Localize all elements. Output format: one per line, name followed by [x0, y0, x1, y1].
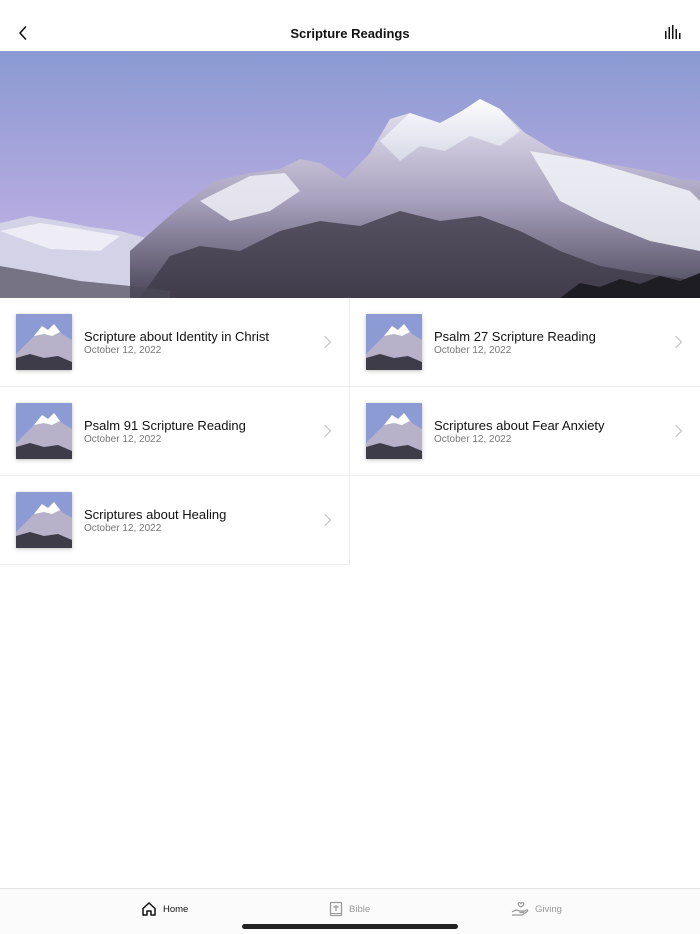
chevron-right-icon — [324, 513, 332, 527]
reading-date: October 12, 2022 — [434, 434, 512, 445]
chevron-right-icon — [675, 335, 683, 349]
reading-title: Psalm 91 Scripture Reading — [84, 418, 246, 433]
reading-title: Scriptures about Fear Anxiety — [434, 418, 605, 433]
chevron-right-icon — [675, 424, 683, 438]
reading-card[interactable]: Scripture about Identity in Christ Octob… — [0, 298, 350, 387]
hero-image — [0, 51, 700, 298]
top-nav-bar: Scripture Readings — [0, 0, 700, 51]
bible-icon — [329, 901, 343, 917]
reading-date: October 12, 2022 — [84, 345, 162, 356]
tab-bible[interactable]: Bible — [329, 899, 370, 919]
reading-card[interactable]: Psalm 91 Scripture Reading October 12, 2… — [0, 387, 350, 476]
reading-title: Scriptures about Healing — [84, 507, 227, 522]
tab-home[interactable]: Home — [141, 899, 188, 919]
giving-hand-icon — [511, 902, 529, 916]
reading-thumbnail — [16, 403, 72, 459]
audio-bars-icon — [665, 25, 681, 39]
tab-giving[interactable]: Giving — [511, 899, 562, 919]
reading-thumbnail — [366, 314, 422, 370]
reading-card[interactable]: Scriptures about Healing October 12, 202… — [0, 476, 350, 565]
reading-thumbnail — [366, 403, 422, 459]
page-title: Scripture Readings — [290, 26, 410, 41]
reading-thumbnail — [16, 492, 72, 548]
reading-title: Scripture about Identity in Christ — [84, 329, 269, 344]
reading-card[interactable]: Scriptures about Fear Anxiety October 12… — [350, 387, 700, 476]
reading-title: Psalm 27 Scripture Reading — [434, 329, 596, 344]
chevron-right-icon — [324, 335, 332, 349]
tab-label: Giving — [535, 903, 562, 915]
chevron-right-icon — [324, 424, 332, 438]
audio-button[interactable] — [664, 24, 684, 42]
reading-thumbnail — [16, 314, 72, 370]
reading-date: October 12, 2022 — [434, 345, 512, 356]
home-indicator — [242, 924, 458, 929]
home-icon — [142, 902, 156, 916]
reading-date: October 12, 2022 — [84, 523, 162, 534]
tab-label: Bible — [349, 903, 371, 915]
tab-label: Home — [163, 903, 189, 915]
reading-date: October 12, 2022 — [84, 434, 162, 445]
reading-card[interactable]: Psalm 27 Scripture Reading October 12, 2… — [350, 298, 700, 387]
